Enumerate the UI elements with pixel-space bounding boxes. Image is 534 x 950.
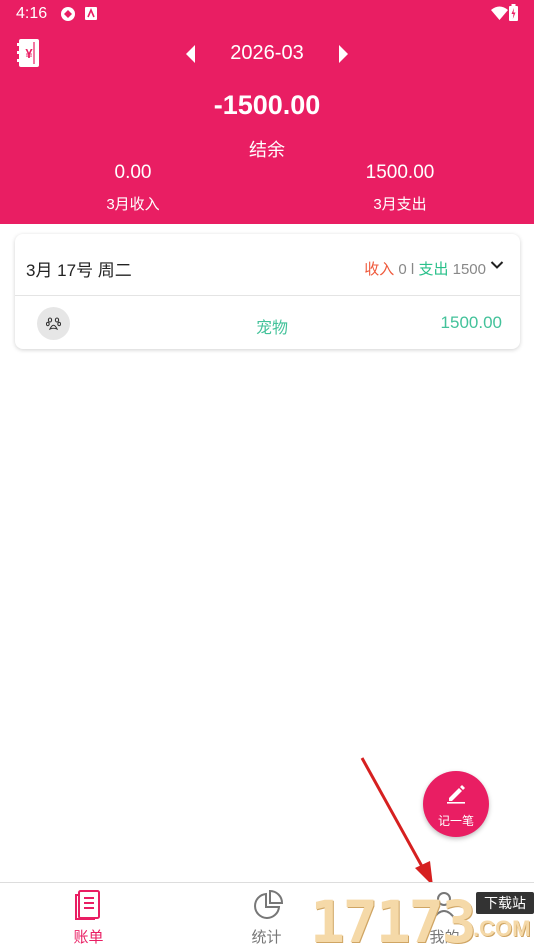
add-record-button[interactable]: 记一笔: [423, 771, 489, 837]
nav-label-bill: 账单: [73, 929, 104, 946]
battery-icon: [509, 4, 518, 21]
day-expense-value: 1500: [452, 261, 486, 278]
pie-chart-icon: [254, 889, 284, 919]
status-bar: 4:16: [0, 0, 534, 28]
balance-value: -1500.00: [213, 90, 321, 120]
svg-text:¥: ¥: [25, 46, 33, 61]
day-summary-separator: l: [410, 261, 415, 278]
chevron-down-icon[interactable]: [490, 260, 504, 270]
day-card: 3月 17号 周二 收入 0 l 支出 1500 宠物 1500.00: [15, 234, 520, 349]
day-date: 3月 17号 周二: [26, 261, 132, 280]
watermark-domain: .COM: [473, 916, 531, 941]
pen-icon: [447, 785, 465, 804]
site-watermark: 17173 下载站 .COM: [310, 886, 534, 950]
app-notification-icon: [85, 7, 97, 20]
month-income-label: 3月收入: [106, 196, 160, 213]
next-month-icon[interactable]: [338, 44, 350, 64]
entry-row[interactable]: 宠物 1500.00: [15, 296, 520, 349]
day-expense-label: 支出: [418, 261, 449, 278]
ledger-book-icon[interactable]: ¥: [17, 39, 39, 67]
balance-label: 结余: [249, 140, 285, 160]
wifi-icon: [491, 6, 508, 20]
watermark-digits: 17173: [310, 888, 477, 950]
day-summary: 收入 0 l 支出 1500: [364, 258, 486, 279]
month-expense-value: 1500.00: [365, 162, 435, 183]
month-expense-label: 3月支出: [373, 196, 427, 213]
day-income-label: 收入: [364, 261, 395, 278]
day-header[interactable]: 3月 17号 周二 收入 0 l 支出 1500: [15, 234, 520, 296]
paw-icon: [37, 307, 70, 340]
month-selector[interactable]: 2026-03: [207, 42, 327, 65]
sync-icon: [61, 7, 75, 21]
header: 4:16 ¥ 2026-03 -1500.00 结余 0.00 3月收入 150…: [0, 0, 534, 224]
watermark-badge: 下载站: [476, 892, 534, 914]
bill-icon: [75, 890, 100, 920]
entry-amount: 1500.00: [440, 313, 502, 332]
status-time: 4:16: [16, 5, 48, 22]
add-record-label: 记一笔: [437, 814, 474, 828]
day-income-value: 0: [398, 261, 407, 278]
month-income-value: 0.00: [114, 162, 152, 183]
prev-month-icon[interactable]: [184, 44, 196, 64]
entry-category: 宠物: [255, 320, 288, 337]
nav-item-bill[interactable]: 账单: [22, 883, 155, 950]
